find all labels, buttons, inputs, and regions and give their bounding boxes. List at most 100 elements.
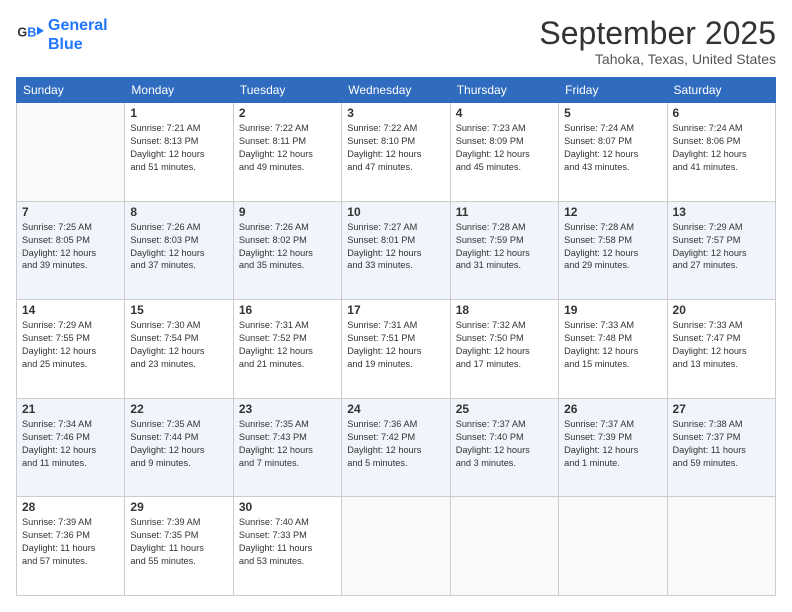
day-number: 17 [347, 303, 444, 317]
day-info: Sunrise: 7:39 AMSunset: 7:35 PMDaylight:… [130, 516, 227, 568]
day-number: 23 [239, 402, 336, 416]
calendar-cell: 27Sunrise: 7:38 AMSunset: 7:37 PMDayligh… [667, 398, 775, 497]
day-info: Sunrise: 7:24 AMSunset: 8:06 PMDaylight:… [673, 122, 770, 174]
day-number: 24 [347, 402, 444, 416]
weekday-header-row: SundayMondayTuesdayWednesdayThursdayFrid… [17, 78, 776, 103]
calendar-cell: 1 Sunrise: 7:21 AMSunset: 8:13 PMDaylight… [125, 103, 233, 202]
day-info: Sunrise: 7:33 AMSunset: 7:47 PMDaylight:… [673, 319, 770, 371]
calendar-cell: 10Sunrise: 7:27 AMSunset: 8:01 PMDayligh… [342, 201, 450, 300]
calendar-cell: 19 Sunrise: 7:33 AMSunset: 7:48 PMDayligh… [559, 300, 667, 399]
day-info: Sunrise: 7:26 AMSunset: 8:03 PMDaylight:… [130, 221, 227, 273]
svg-text:B: B [27, 26, 36, 40]
day-number: 20 [673, 303, 770, 317]
calendar-subtitle: Tahoka, Texas, United States [539, 51, 776, 67]
calendar-cell: 3Sunrise: 7:22 AMSunset: 8:10 PMDaylight… [342, 103, 450, 202]
logo-icon: G B [16, 21, 44, 49]
calendar-cell: 12 Sunrise: 7:28 AMSunset: 7:58 PMDayligh… [559, 201, 667, 300]
day-number: 8 [130, 205, 227, 219]
logo: G B General Blue [16, 16, 108, 54]
day-number: 4 [456, 106, 553, 120]
day-number: 30 [239, 500, 336, 514]
day-number: 5 [564, 106, 661, 120]
day-number: 2 [239, 106, 336, 120]
svg-text:G: G [17, 26, 27, 40]
day-info: Sunrise: 7:32 AMSunset: 7:50 PMDaylight:… [456, 319, 553, 371]
day-number: 1 [130, 106, 227, 120]
calendar-cell: 2 Sunrise: 7:22 AMSunset: 8:11 PMDaylight… [233, 103, 341, 202]
day-info: Sunrise: 7:28 AMSunset: 7:59 PMDaylight:… [456, 221, 553, 273]
day-info: Sunrise: 7:21 AMSunset: 8:13 PMDaylight:… [130, 122, 227, 174]
day-info: Sunrise: 7:26 AMSunset: 8:02 PMDaylight:… [239, 221, 336, 273]
day-info: Sunrise: 7:36 AMSunset: 7:42 PMDaylight:… [347, 418, 444, 470]
calendar-cell: 28Sunrise: 7:39 AMSunset: 7:36 PMDayligh… [17, 497, 125, 596]
day-info: Sunrise: 7:35 AMSunset: 7:43 PMDaylight:… [239, 418, 336, 470]
calendar-cell: 26Sunrise: 7:37 AMSunset: 7:39 PMDayligh… [559, 398, 667, 497]
header: G B General Blue September 2025 Tahoka, … [16, 16, 776, 67]
calendar-cell: 29 Sunrise: 7:39 AMSunset: 7:35 PMDayligh… [125, 497, 233, 596]
day-number: 9 [239, 205, 336, 219]
calendar-cell [342, 497, 450, 596]
weekday-header-sunday: Sunday [17, 78, 125, 103]
day-number: 25 [456, 402, 553, 416]
week-row-3: 14 Sunrise: 7:29 AMSunset: 7:55 PMDayligh… [17, 300, 776, 399]
day-info: Sunrise: 7:34 AMSunset: 7:46 PMDaylight:… [22, 418, 119, 470]
day-info: Sunrise: 7:29 AMSunset: 7:55 PMDaylight:… [22, 319, 119, 371]
calendar-cell: 24 Sunrise: 7:36 AMSunset: 7:42 PMDayligh… [342, 398, 450, 497]
day-info: Sunrise: 7:35 AMSunset: 7:44 PMDaylight:… [130, 418, 227, 470]
weekday-header-wednesday: Wednesday [342, 78, 450, 103]
day-info: Sunrise: 7:31 AMSunset: 7:52 PMDaylight:… [239, 319, 336, 371]
calendar-cell: 14 Sunrise: 7:29 AMSunset: 7:55 PMDayligh… [17, 300, 125, 399]
logo-text: General Blue [48, 16, 108, 54]
calendar-cell: 9 Sunrise: 7:26 AMSunset: 8:02 PMDaylight… [233, 201, 341, 300]
day-number: 12 [564, 205, 661, 219]
day-info: Sunrise: 7:29 AMSunset: 7:57 PMDaylight:… [673, 221, 770, 273]
calendar-cell [559, 497, 667, 596]
day-info: Sunrise: 7:31 AMSunset: 7:51 PMDaylight:… [347, 319, 444, 371]
title-block: September 2025 Tahoka, Texas, United Sta… [539, 16, 776, 67]
day-number: 11 [456, 205, 553, 219]
calendar-cell: 22 Sunrise: 7:35 AMSunset: 7:44 PMDayligh… [125, 398, 233, 497]
calendar-cell: 30Sunrise: 7:40 AMSunset: 7:33 PMDayligh… [233, 497, 341, 596]
calendar-cell: 20 Sunrise: 7:33 AMSunset: 7:47 PMDayligh… [667, 300, 775, 399]
day-number: 6 [673, 106, 770, 120]
day-number: 16 [239, 303, 336, 317]
calendar-cell [17, 103, 125, 202]
weekday-header-saturday: Saturday [667, 78, 775, 103]
calendar-cell: 17 Sunrise: 7:31 AMSunset: 7:51 PMDayligh… [342, 300, 450, 399]
calendar-cell: 21Sunrise: 7:34 AMSunset: 7:46 PMDayligh… [17, 398, 125, 497]
calendar-cell: 11 Sunrise: 7:28 AMSunset: 7:59 PMDayligh… [450, 201, 558, 300]
calendar-cell: 8 Sunrise: 7:26 AMSunset: 8:03 PMDaylight… [125, 201, 233, 300]
day-info: Sunrise: 7:28 AMSunset: 7:58 PMDaylight:… [564, 221, 661, 273]
calendar-cell: 16 Sunrise: 7:31 AMSunset: 7:52 PMDayligh… [233, 300, 341, 399]
day-info: Sunrise: 7:23 AMSunset: 8:09 PMDaylight:… [456, 122, 553, 174]
week-row-2: 7 Sunrise: 7:25 AMSunset: 8:05 PMDaylight… [17, 201, 776, 300]
week-row-1: 1 Sunrise: 7:21 AMSunset: 8:13 PMDaylight… [17, 103, 776, 202]
day-number: 27 [673, 402, 770, 416]
day-number: 14 [22, 303, 119, 317]
day-info: Sunrise: 7:24 AMSunset: 8:07 PMDaylight:… [564, 122, 661, 174]
day-info: Sunrise: 7:22 AMSunset: 8:11 PMDaylight:… [239, 122, 336, 174]
calendar-cell: 18Sunrise: 7:32 AMSunset: 7:50 PMDayligh… [450, 300, 558, 399]
weekday-header-friday: Friday [559, 78, 667, 103]
day-info: Sunrise: 7:22 AMSunset: 8:10 PMDaylight:… [347, 122, 444, 174]
day-number: 10 [347, 205, 444, 219]
day-number: 7 [22, 205, 119, 219]
day-info: Sunrise: 7:25 AMSunset: 8:05 PMDaylight:… [22, 221, 119, 273]
day-info: Sunrise: 7:37 AMSunset: 7:40 PMDaylight:… [456, 418, 553, 470]
day-number: 22 [130, 402, 227, 416]
day-number: 13 [673, 205, 770, 219]
calendar-cell: 7 Sunrise: 7:25 AMSunset: 8:05 PMDaylight… [17, 201, 125, 300]
day-number: 26 [564, 402, 661, 416]
day-number: 29 [130, 500, 227, 514]
day-info: Sunrise: 7:33 AMSunset: 7:48 PMDaylight:… [564, 319, 661, 371]
calendar-cell: 23 Sunrise: 7:35 AMSunset: 7:43 PMDayligh… [233, 398, 341, 497]
calendar-cell: 6 Sunrise: 7:24 AMSunset: 8:06 PMDaylight… [667, 103, 775, 202]
calendar-cell: 25 Sunrise: 7:37 AMSunset: 7:40 PMDayligh… [450, 398, 558, 497]
calendar-cell: 15Sunrise: 7:30 AMSunset: 7:54 PMDayligh… [125, 300, 233, 399]
week-row-5: 28Sunrise: 7:39 AMSunset: 7:36 PMDayligh… [17, 497, 776, 596]
weekday-header-monday: Monday [125, 78, 233, 103]
day-number: 19 [564, 303, 661, 317]
weekday-header-thursday: Thursday [450, 78, 558, 103]
day-number: 28 [22, 500, 119, 514]
calendar-cell [450, 497, 558, 596]
